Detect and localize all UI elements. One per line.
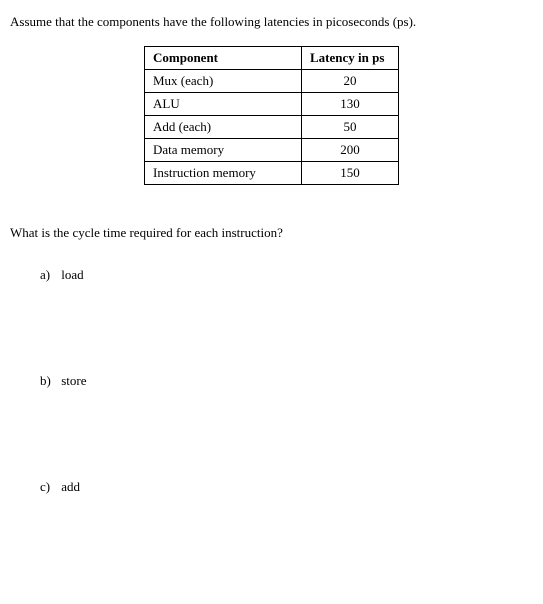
- intro-text: Assume that the components have the foll…: [10, 14, 533, 30]
- table-row: Instruction memory 150: [145, 162, 399, 185]
- latency-table: Component Latency in ps Mux (each) 20 AL…: [144, 46, 399, 185]
- cell-latency: 130: [302, 93, 399, 116]
- table-row: ALU 130: [145, 93, 399, 116]
- table-row: Mux (each) 20: [145, 70, 399, 93]
- sub-question: c) add: [40, 479, 533, 495]
- sub-text: load: [61, 267, 83, 282]
- sub-text: add: [61, 479, 80, 494]
- header-component: Component: [145, 47, 302, 70]
- sub-label: b): [40, 373, 58, 389]
- cell-component: Mux (each): [145, 70, 302, 93]
- cell-latency: 200: [302, 139, 399, 162]
- sub-question-list: a) load b) store c) add: [10, 267, 533, 495]
- sub-question: a) load: [40, 267, 533, 283]
- cell-component: Data memory: [145, 139, 302, 162]
- cell-component: Instruction memory: [145, 162, 302, 185]
- table-row: Add (each) 50: [145, 116, 399, 139]
- cell-component: Add (each): [145, 116, 302, 139]
- sub-label: a): [40, 267, 58, 283]
- question-text: What is the cycle time required for each…: [10, 225, 533, 241]
- sub-text: store: [61, 373, 86, 388]
- cell-latency: 20: [302, 70, 399, 93]
- header-latency: Latency in ps: [302, 47, 399, 70]
- cell-latency: 150: [302, 162, 399, 185]
- sub-label: c): [40, 479, 58, 495]
- cell-component: ALU: [145, 93, 302, 116]
- sub-question: b) store: [40, 373, 533, 389]
- table-row: Data memory 200: [145, 139, 399, 162]
- table-header-row: Component Latency in ps: [145, 47, 399, 70]
- cell-latency: 50: [302, 116, 399, 139]
